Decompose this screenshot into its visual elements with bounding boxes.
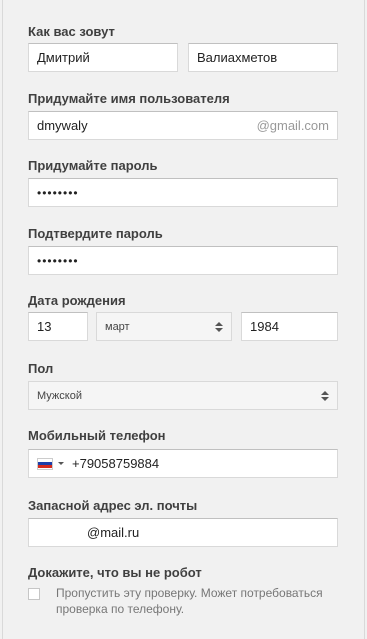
skip-verification-text: Пропустить эту проверку. Может потребова… (56, 586, 323, 616)
skip-verification-checkbox[interactable] (28, 588, 40, 600)
phone-field[interactable]: +79058759884 (28, 449, 338, 478)
username-value: dmywaly (37, 118, 88, 133)
birth-month-select[interactable]: март (96, 312, 232, 341)
birth-month-value: март (105, 320, 130, 333)
birth-year-value: 1984 (250, 319, 279, 334)
gender-label: Пол (28, 361, 54, 376)
first-name-field[interactable]: Дмитрий (28, 43, 178, 72)
select-arrows-icon (215, 321, 223, 332)
gmail-suffix: @gmail.com (256, 118, 329, 133)
russia-flag-icon[interactable] (37, 457, 53, 470)
birthdate-label: Дата рождения (28, 293, 126, 308)
backup-email-value: @mail.ru (87, 525, 140, 540)
select-arrows-icon (321, 390, 329, 401)
last-name-value: Валиахметов (197, 50, 278, 65)
birth-year-field[interactable]: 1984 (241, 312, 338, 341)
username-field[interactable]: dmywaly @gmail.com (28, 111, 338, 140)
confirm-password-label: Подтвердите пароль (28, 226, 163, 241)
last-name-field[interactable]: Валиахметов (188, 43, 338, 72)
username-label: Придумайте имя пользователя (28, 91, 230, 106)
password-field[interactable]: •••••••• (28, 178, 338, 207)
name-label: Как вас зовут (28, 24, 115, 39)
birth-day-value: 13 (37, 319, 52, 334)
backup-email-label: Запасной адрес эл. почты (28, 498, 198, 513)
phone-label: Мобильный телефон (28, 428, 166, 443)
password-label: Придумайте пароль (28, 158, 158, 173)
password-value: •••••••• (37, 185, 79, 200)
birth-day-field[interactable]: 13 (28, 312, 88, 341)
frame-border-left (2, 0, 3, 639)
frame-border-right (364, 0, 365, 639)
phone-value: +79058759884 (72, 456, 160, 471)
confirm-password-field[interactable]: •••••••• (28, 246, 338, 275)
confirm-password-value: •••••••• (37, 253, 79, 268)
first-name-value: Дмитрий (37, 50, 90, 65)
country-dropdown-caret-icon[interactable] (58, 462, 64, 465)
captcha-label: Докажите, что вы не робот (28, 565, 202, 580)
backup-email-field[interactable]: @mail.ru (28, 518, 338, 547)
gender-select[interactable]: Мужской (28, 381, 338, 410)
gender-value: Мужской (37, 389, 82, 402)
